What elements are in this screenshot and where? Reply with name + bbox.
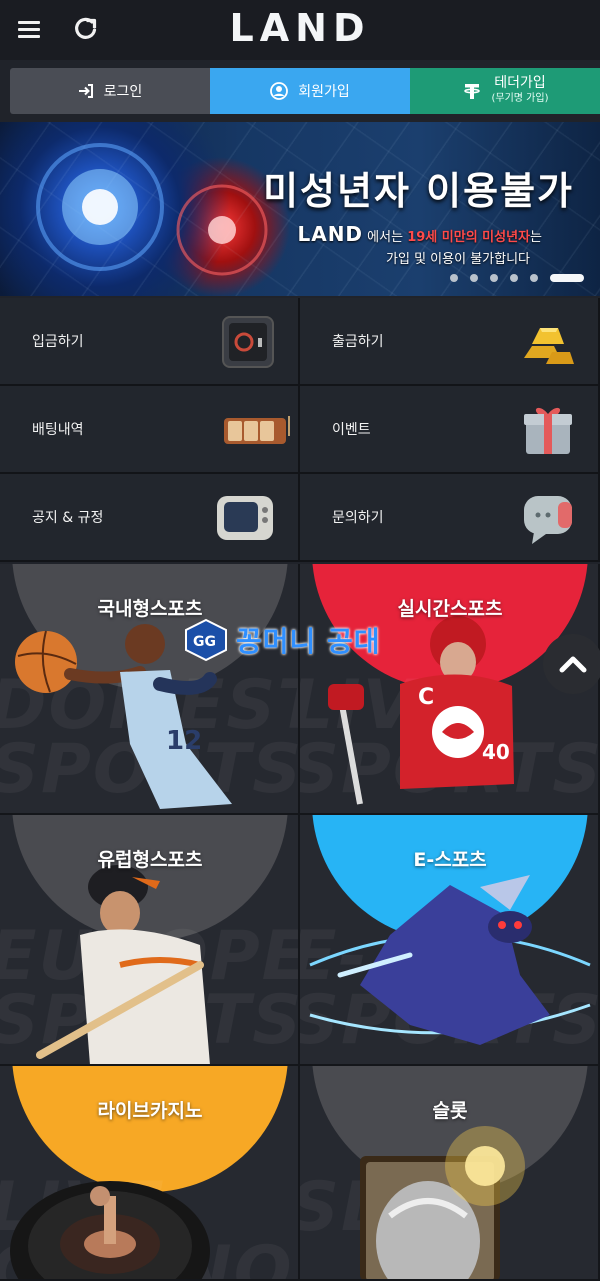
tile-label: 국내형스포츠 [97, 598, 203, 620]
scroll-top-button[interactable] [543, 634, 600, 694]
banner-line1-highlight: 19세 미만의 미성년자 [407, 230, 531, 245]
tile-europe-sports[interactable]: EUROPE SPORTS 유럽형스포츠 [0, 815, 300, 1066]
watermark-badge-icon: GG [185, 618, 227, 662]
tile-label: 슬롯 [432, 1100, 468, 1122]
retro-tv-icon [217, 496, 273, 540]
banner-notice-line1: LAND 에서는 19세 미만의 미성년자는 [297, 222, 542, 246]
banner-notice-line2: 가입 및 이용이 불가합니다 [386, 252, 530, 267]
gold-bars-icon [524, 328, 574, 364]
banner-title: 미성년자 이용불가 [263, 169, 574, 213]
tile-live-casino[interactable]: LIVE CASINO 라이브카지노 [0, 1066, 300, 1281]
svg-text:12: 12 [166, 726, 202, 756]
tether-sub-label: (무기명 가입) [491, 93, 549, 104]
menu-item-notice[interactable]: 공지 & 규정 [0, 474, 300, 562]
tether-icon [463, 84, 480, 99]
tile-esports[interactable]: E-SPORTS E-스포츠 [300, 815, 600, 1066]
page: LAND 로그인 회원가입 테더가입 (무기명 가입) 미성년자 이용불가 LA… [0, 0, 600, 1281]
gift-box-icon [524, 407, 572, 454]
tile-label: E-스포츠 [413, 849, 487, 871]
tile-slot[interactable]: SLOT 슬롯 [300, 1066, 600, 1281]
tile-label: 실시간스포츠 [397, 598, 503, 620]
banner-line1-post: 는 [530, 230, 542, 245]
menu-item-event[interactable]: 이벤트 [300, 386, 600, 474]
login-icon [78, 84, 93, 98]
tether-join-button[interactable]: 테더가입 (무기명 가입) [410, 68, 600, 114]
tile-label: 라이브카지노 [97, 1100, 203, 1122]
slot-reels-icon [224, 416, 290, 444]
menu-item-label: 배팅내역 [32, 422, 84, 438]
carousel-dot[interactable] [510, 274, 518, 282]
chat-bubble-icon [524, 496, 572, 544]
tile-label: 유럽형스포츠 [97, 849, 203, 871]
auth-tabs: 로그인 회원가입 테더가입 (무기명 가입) [10, 68, 600, 114]
banner-line1-pre: 에서는 [367, 230, 404, 245]
menu-item-label: 공지 & 규정 [32, 510, 104, 526]
user-circle-icon [270, 82, 289, 100]
svg-text:C: C [418, 685, 434, 710]
svg-text:GG: GG [193, 634, 216, 650]
watermark: GG 꽁머니 공대 [182, 618, 381, 662]
watermark-text: 꽁머니 공대 [236, 625, 381, 658]
banner-logo-text: LAND [297, 222, 364, 246]
tile-domestic-sports[interactable]: DOMESTIC SPORTS 12 국내형스포츠 [0, 564, 300, 815]
promo-banner[interactable]: 미성년자 이용불가 LAND 에서는 19세 미만의 미성년자는 가입 및 이용… [0, 122, 600, 296]
chevron-up-icon [559, 656, 587, 673]
login-button[interactable]: 로그인 [10, 68, 210, 114]
menu-item-label: 문의하기 [332, 510, 384, 526]
site-logo[interactable]: LAND [0, 6, 600, 50]
menu-item-withdraw[interactable]: 출금하기 [300, 298, 600, 386]
carousel-dots [450, 274, 584, 282]
join-button[interactable]: 회원가입 [210, 68, 410, 114]
carousel-dot[interactable] [470, 274, 478, 282]
carousel-dot[interactable] [530, 274, 538, 282]
join-label: 회원가입 [298, 84, 350, 100]
menu-item-label: 이벤트 [332, 422, 371, 438]
menu-item-inquiry[interactable]: 문의하기 [300, 474, 600, 562]
carousel-dot-active[interactable] [550, 274, 584, 282]
game-category-grid: DOMESTIC SPORTS 12 국내형스포츠 LIVE SPORTS [0, 564, 600, 1281]
carousel-dot[interactable] [450, 274, 458, 282]
tether-text: 테더가입 (무기명 가입) [492, 76, 549, 106]
tether-label: 테더가입 [494, 75, 546, 91]
top-header: LAND [0, 0, 600, 60]
login-label: 로그인 [103, 84, 143, 100]
quick-menu-grid: 입금하기 출금하기 배팅내역 이벤트 공지 & 규정 문의하기 [0, 298, 600, 562]
svg-text:40: 40 [482, 740, 510, 764]
menu-item-betting-history[interactable]: 배팅내역 [0, 386, 300, 474]
safe-icon [222, 316, 274, 368]
carousel-dot[interactable] [490, 274, 498, 282]
menu-item-label: 출금하기 [332, 334, 384, 350]
menu-item-deposit[interactable]: 입금하기 [0, 298, 300, 386]
menu-item-label: 입금하기 [32, 334, 84, 350]
